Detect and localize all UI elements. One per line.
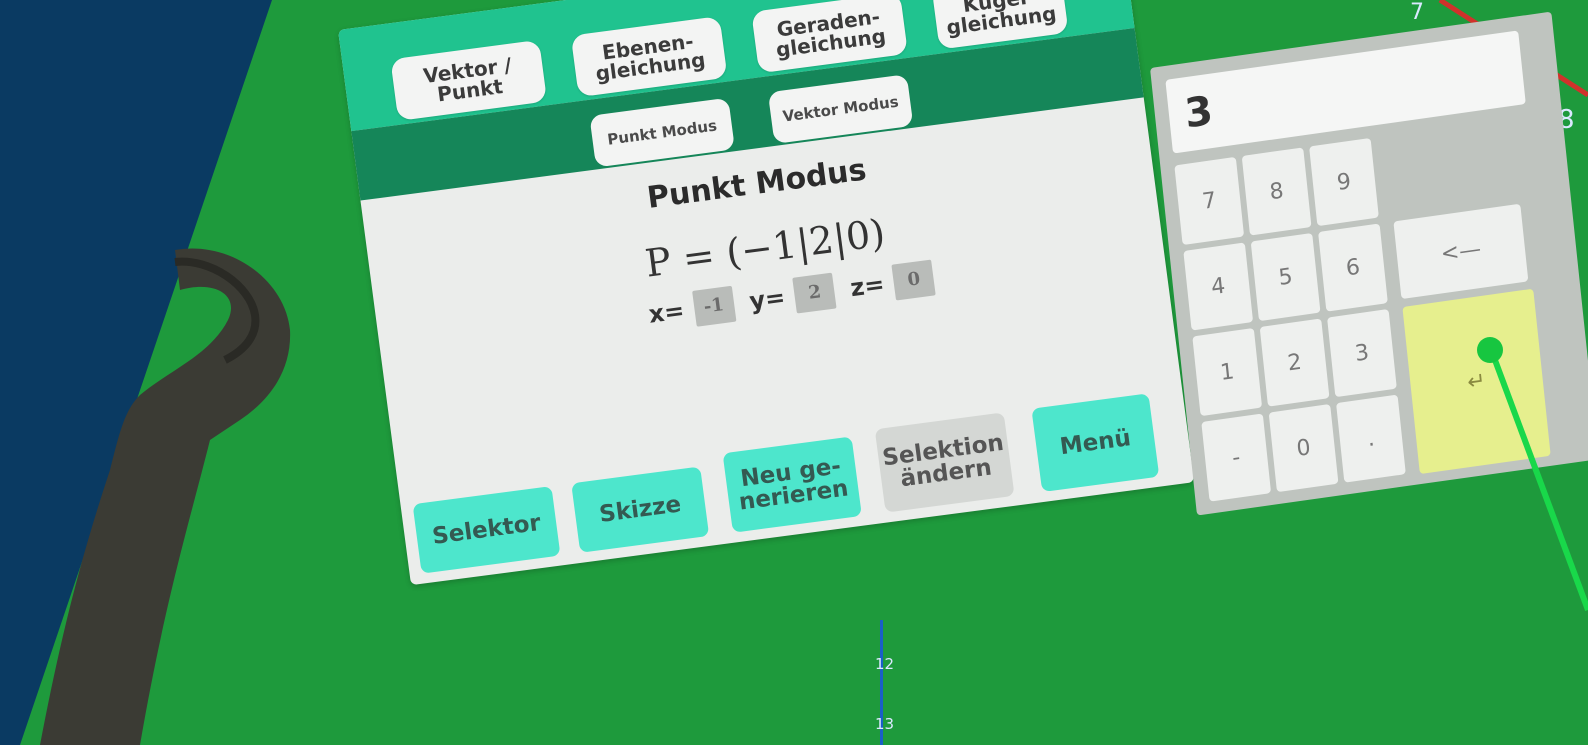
key-4[interactable]: 4 <box>1183 242 1254 331</box>
vr-scene: 4 12 13 7 8 Vektor / Punkt Ebenen-gleich… <box>0 0 1588 745</box>
key-3[interactable]: 3 <box>1327 308 1397 398</box>
y-input[interactable]: 2 <box>792 272 837 314</box>
enter-key[interactable]: ↵ <box>1402 288 1551 475</box>
key-minus[interactable]: - <box>1201 413 1272 502</box>
key-6[interactable]: 6 <box>1318 223 1388 312</box>
neu-generieren-button[interactable]: Neu ge-nerieren <box>722 436 862 533</box>
selektor-button[interactable]: Selektor <box>412 486 561 574</box>
key-7[interactable]: 7 <box>1174 156 1245 246</box>
key-8[interactable]: 8 <box>1241 147 1312 236</box>
key-1[interactable]: 1 <box>1192 327 1263 417</box>
selektion-aendern-button[interactable]: Selektion ändern <box>874 412 1015 513</box>
skizze-button[interactable]: Skizze <box>571 466 710 553</box>
x-input[interactable]: -1 <box>691 285 737 327</box>
axis-tick-label: 7 <box>1410 0 1424 25</box>
key-0[interactable]: 0 <box>1268 403 1339 493</box>
x-label: x= <box>647 296 686 329</box>
z-input[interactable]: 0 <box>891 259 937 301</box>
key-2[interactable]: 2 <box>1259 318 1330 407</box>
z-label: z= <box>848 269 887 303</box>
y-label: y= <box>747 283 787 316</box>
key-9[interactable]: 9 <box>1309 137 1379 227</box>
axis-tick-label: 13 <box>875 715 895 733</box>
menu-button[interactable]: Menü <box>1031 393 1160 493</box>
key-decimal[interactable]: . <box>1336 394 1406 483</box>
numeric-keypad: 3 7 8 9 4 5 6 1 2 3 - 0 . <— ↵ <box>1150 11 1588 516</box>
backspace-key[interactable]: <— <box>1393 203 1529 300</box>
main-panel: Vektor / Punkt Ebenen-gleichung Geraden-… <box>338 0 1195 586</box>
key-5[interactable]: 5 <box>1250 232 1321 322</box>
axis-tick-label: 12 <box>875 655 895 673</box>
